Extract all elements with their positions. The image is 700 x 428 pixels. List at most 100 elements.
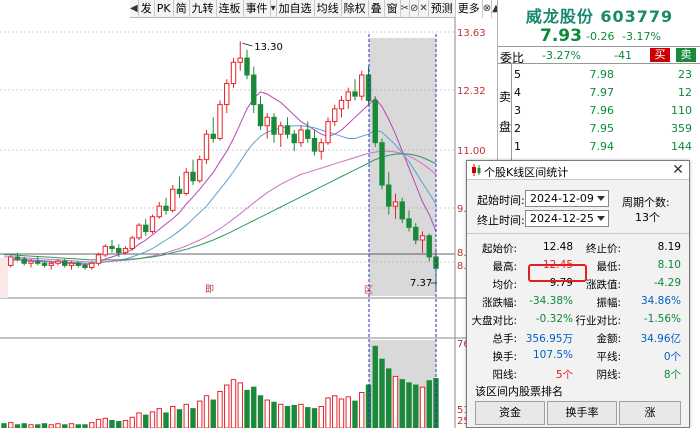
candle-body [230,61,237,84]
start-date-select[interactable]: 2024-12-09 [525,190,609,207]
volume-bar [156,408,162,428]
rank-by-change-button[interactable]: 涨 [619,401,681,425]
candle-body [183,171,189,194]
ask-row[interactable]: 4 7.97 12 [512,84,700,102]
candle-body [359,74,365,97]
stat-value: -4.29 [653,277,681,289]
toolbar-button-jiuzhuan[interactable]: 九转 [190,0,217,18]
close-icon[interactable]: ✕ [670,162,686,178]
candle-body [41,262,48,266]
candle-body [89,262,95,268]
app-window: 13.63 12.32 11.00 9.6 8.3 8. 76 51 25 13.30 7.37 即区… [0,0,700,428]
event-marker: 即 [205,284,214,295]
weibi-diff: -41 [614,49,632,62]
high-price-label: 13.30 [254,42,283,53]
ask-side-char-1: 卖 [499,90,512,104]
volume-bar [170,406,176,428]
volume-bar [109,419,115,428]
toolbar-button-exright[interactable]: 除权 [342,0,369,18]
dialog-title: 个股K线区间统计 [484,166,569,179]
weibi-row: 委比 -3.27% -41 买 卖 [498,46,700,65]
volume-bar [332,395,338,428]
low-price-label: 7.37 [410,278,432,289]
rank-by-fund-button[interactable]: 资金 [475,401,545,425]
ask-row[interactable]: 1 7.94 144 [512,138,700,156]
volume-bar [129,416,135,428]
dialog-titlebar[interactable]: 个股K线区间统计 ✕ [467,161,689,180]
stock-name: 威龙股份 603779 [525,7,674,26]
volume-bar [143,414,149,428]
price-axis-label: 12.32 [457,86,486,97]
toolbar-button-add-watchlist[interactable]: 加自选 [277,0,315,18]
volume-bar [203,395,210,428]
toolbar-button-window[interactable]: 窗 [385,0,401,18]
toolbar-button-fa[interactable]: 发 [139,0,155,18]
candle-body [48,262,54,266]
volume-bar [305,407,311,428]
stat-value: -1.56% [643,313,681,325]
toolbar-button-pk[interactable]: PK [155,0,174,18]
volume-bar [271,401,277,428]
volume-bar [413,384,419,428]
volume-bar [244,389,250,428]
ask-level: 1 [514,140,521,153]
candle-body [55,260,61,264]
candle-body [14,256,21,260]
ask-row[interactable]: 2 7.95 359 [512,120,700,138]
candle-body [176,188,183,194]
cross-cursor-icon[interactable]: ✕ [419,0,429,18]
volume-bar [163,412,169,428]
candle-body [237,57,243,63]
toolbar-button-ma[interactable]: 均线 [315,0,342,18]
ask-volume: 23 [678,68,692,81]
toolbar-button-forecast[interactable]: 预测 [429,0,456,18]
stat-value: 34.96亿 [640,333,681,345]
kline-chart[interactable]: 13.6312.3211.009.68.38.76512513.307.37即区 [0,0,497,428]
toolbar-button-jian[interactable]: 简 [174,0,190,18]
candle-body [8,256,14,266]
buy-button[interactable]: 买 [650,48,670,62]
scissors-icon[interactable]: ✂ [401,0,410,18]
prev-arrow-icon[interactable]: ◀ [130,0,139,18]
volume-bar [298,403,304,428]
ask-price: 7.96 [589,104,615,117]
ask-side-label: 卖 盘 [498,64,512,160]
ask-price: 7.94 [589,140,615,153]
ask-row[interactable]: 3 7.96 110 [512,102,700,120]
volume-bar [338,398,345,428]
candle-body [372,99,378,144]
close-panel-icon[interactable]: ⊗ [483,0,493,18]
volume-bar [352,400,358,428]
candle-body [217,104,223,139]
toolbar-button-more[interactable]: 更多 [456,0,483,18]
candle-body [352,91,358,97]
toolbar-button-events[interactable]: 事件 [244,0,271,18]
candle-body [264,116,270,127]
candle-body [251,74,257,106]
toolbar-button-lianban[interactable]: 连板 [217,0,244,18]
end-date-select[interactable]: 2024-12-25 [525,210,609,227]
stat-value: 8.10 [657,259,681,271]
candle-body [75,262,81,266]
reset-icon[interactable]: ⊘ [410,0,420,18]
period-count-label: 周期个数: [622,196,670,209]
start-time-label: 起始时间: [477,194,525,207]
ask-side-char-2: 盘 [499,120,512,134]
volume-bar [325,397,331,428]
stat-label: 阴线: [596,369,621,381]
candle-body [284,125,291,135]
volume-bar [359,392,365,428]
candle-body [116,247,122,254]
volume-bar [264,399,270,428]
candlestick-icon [472,164,481,176]
stat-label: 起始价: [481,243,517,255]
price-axis-label: 13.63 [457,28,486,39]
ask-row[interactable]: 5 7.98 23 [512,66,700,84]
rank-by-turnover-button[interactable]: 换手率 [547,401,617,425]
current-price: 7.93 [540,26,582,46]
toolbar-button-overlay[interactable]: 叠 [369,0,385,18]
volume-bar [237,382,243,428]
candle-body [149,216,156,233]
ask-volume: 110 [671,104,692,117]
sell-button[interactable]: 卖 [676,48,696,62]
